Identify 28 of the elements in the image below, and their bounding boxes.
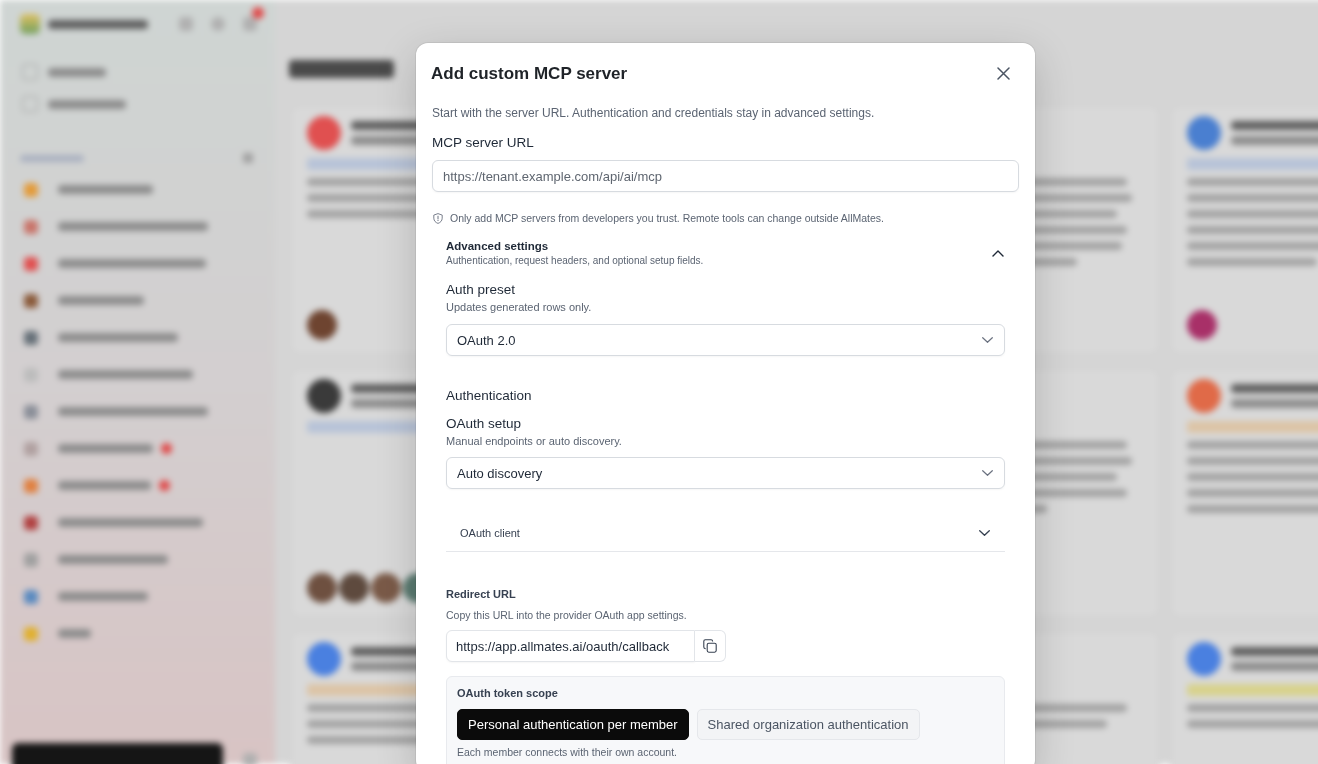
scope-note: Each member connects with their own account. <box>457 746 679 759</box>
section-description: Authentication, request headers, and optional setup fields. <box>446 254 704 267</box>
auth-preset-dropdown[interactable]: OAuth 2.0 <box>446 324 1005 356</box>
field-hint: Updates generated rows only. <box>446 300 593 314</box>
field-label: MCP server URL <box>432 134 535 152</box>
chevron-down-icon <box>982 470 993 476</box>
field-label: Redirect URL <box>446 587 517 601</box>
field-label: Auth preset <box>446 281 517 299</box>
close-icon <box>997 67 1010 80</box>
section-title: Advanced settings <box>446 239 550 254</box>
copy-icon <box>703 639 717 653</box>
shield-icon <box>433 212 443 224</box>
copy-button[interactable] <box>695 630 726 662</box>
dialog-title: Add custom MCP server <box>431 62 628 85</box>
redirect-url-field[interactable]: https://app.allmates.ai/oauth/callback <box>446 630 695 662</box>
trust-notice: Only add MCP servers from developers you trust. Remote tools can change outside AllMates. <box>450 211 884 225</box>
field-label: OAuth token scope <box>457 686 559 700</box>
field-label: OAuth setup <box>446 415 523 433</box>
oauth-setup-dropdown[interactable]: Auto discovery <box>446 457 1005 489</box>
field-hint: Copy this URL into the provider OAuth app settings. <box>446 609 688 622</box>
chevron-down-icon <box>982 337 993 343</box>
dialog-description: Start with the server URL. Authentication and credentials stay in advanced settings. <box>432 106 876 120</box>
oauth-client-toggle[interactable]: OAuth client <box>446 515 1005 552</box>
scope-option[interactable]: Shared organization authentication <box>696 709 920 740</box>
field-hint: Manual endpoints or auto discovery. <box>446 434 623 448</box>
server-url-input[interactable]: https://tenant.example.com/api/ai/mcp <box>432 160 1019 192</box>
section-heading: Authentication <box>446 387 533 405</box>
scope-option[interactable]: Personal authentication per member <box>457 709 689 740</box>
